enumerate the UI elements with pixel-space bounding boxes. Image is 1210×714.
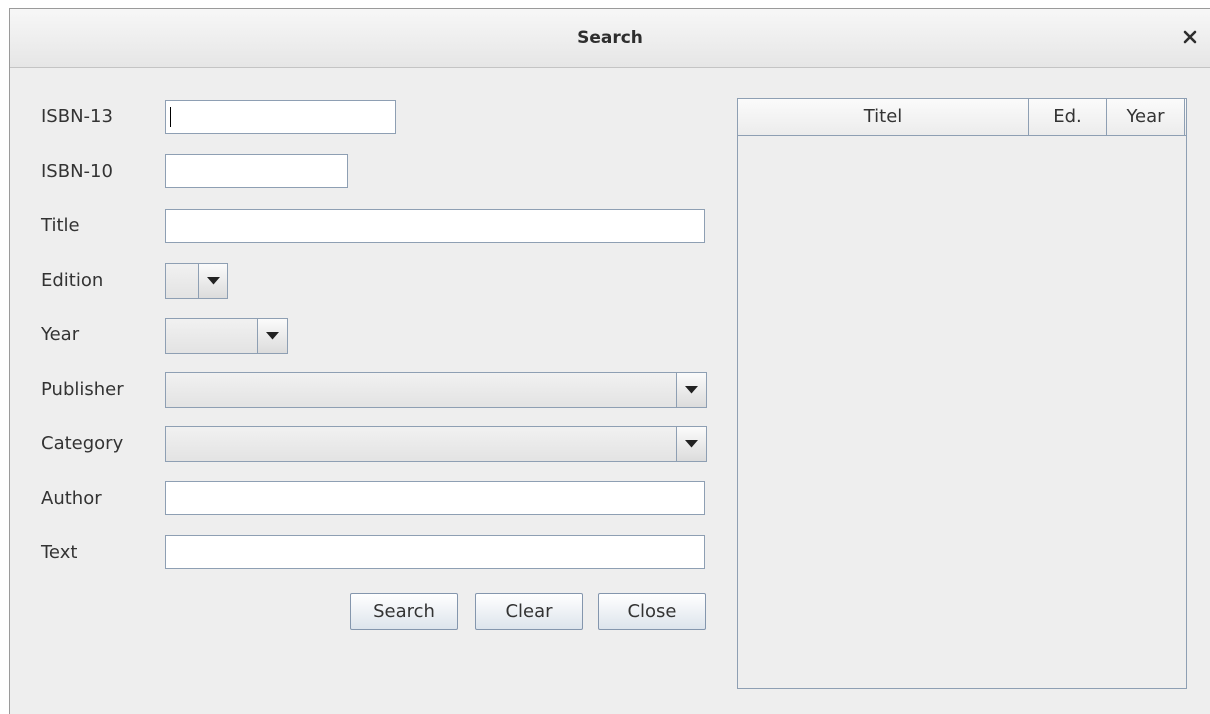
chevron-down-icon [207, 277, 220, 285]
author-input[interactable] [165, 481, 705, 515]
search-dialog: Search ISBN-13 ISBN-10 Title Edition Yea… [9, 8, 1210, 714]
publisher-selected-value [166, 373, 676, 407]
year-dropdown-button[interactable] [257, 319, 287, 353]
year-selected-value [166, 319, 257, 353]
edition-label: Edition [41, 270, 104, 291]
close-window-button[interactable] [1180, 27, 1200, 47]
chevron-down-icon [685, 440, 698, 448]
category-label: Category [41, 433, 124, 454]
text-caret [170, 107, 171, 127]
clear-button[interactable]: Clear [475, 593, 583, 630]
publisher-combobox[interactable] [165, 372, 707, 408]
year-combobox[interactable] [165, 318, 288, 354]
column-header-titel[interactable]: Titel [738, 99, 1029, 135]
isbn10-input[interactable] [165, 154, 348, 188]
results-table-header: Titel Ed. Year [738, 99, 1186, 136]
edition-selected-value [166, 264, 197, 298]
close-icon [1183, 30, 1197, 44]
text-label: Text [41, 542, 78, 563]
chevron-down-icon [685, 386, 698, 394]
column-header-year[interactable]: Year [1107, 99, 1185, 135]
category-dropdown-button[interactable] [676, 427, 706, 461]
edition-combobox[interactable] [165, 263, 228, 299]
edition-dropdown-button[interactable] [198, 264, 227, 298]
publisher-dropdown-button[interactable] [676, 373, 706, 407]
title-bar: Search [10, 9, 1210, 68]
results-table[interactable]: Titel Ed. Year [737, 98, 1187, 689]
isbn10-label: ISBN-10 [41, 161, 113, 182]
category-selected-value [166, 427, 676, 461]
text-input[interactable] [165, 535, 705, 569]
close-button[interactable]: Close [598, 593, 706, 630]
column-header-edition[interactable]: Ed. [1029, 99, 1107, 135]
chevron-down-icon [266, 332, 279, 340]
isbn13-input[interactable] [165, 100, 396, 134]
publisher-label: Publisher [41, 379, 124, 400]
category-combobox[interactable] [165, 426, 707, 462]
search-button[interactable]: Search [350, 593, 458, 630]
year-label: Year [41, 324, 80, 345]
title-label: Title [41, 215, 80, 236]
isbn13-label: ISBN-13 [41, 106, 113, 127]
window-title: Search [577, 28, 643, 48]
author-label: Author [41, 488, 102, 509]
title-input[interactable] [165, 209, 705, 243]
